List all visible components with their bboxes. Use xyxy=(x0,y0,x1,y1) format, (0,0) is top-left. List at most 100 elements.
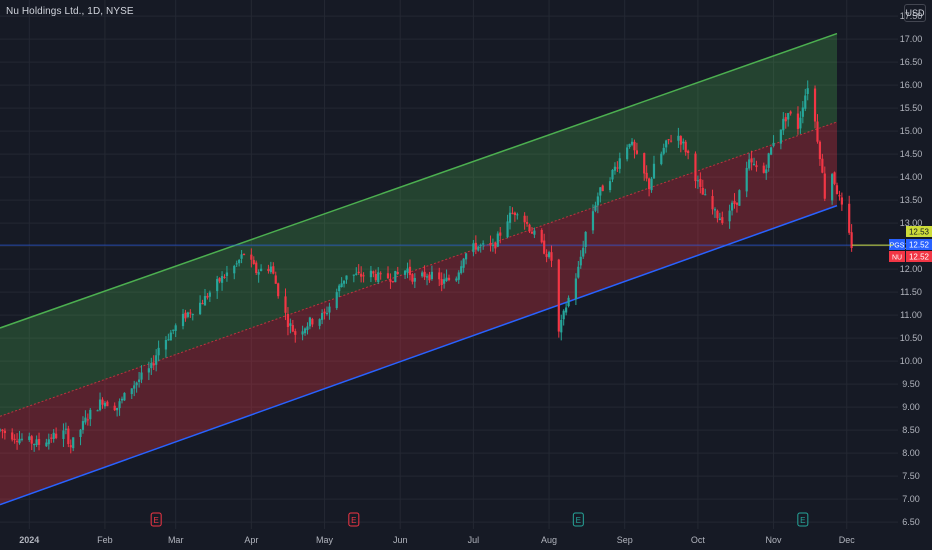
candle-body xyxy=(198,302,202,315)
candle-body xyxy=(438,272,441,280)
candle-body xyxy=(550,252,553,261)
candle-body xyxy=(172,329,175,331)
candle-body xyxy=(770,147,773,155)
candle-body xyxy=(704,194,707,196)
candle-body xyxy=(340,283,343,288)
price-badge-tag: PGS xyxy=(890,243,905,250)
candle-body xyxy=(730,202,734,211)
candle-body xyxy=(274,275,277,284)
price-badge-value: 12.53 xyxy=(909,228,930,237)
candle-body xyxy=(701,187,704,195)
candle-body xyxy=(321,313,324,320)
candle-body xyxy=(286,314,290,328)
candle-body xyxy=(238,259,241,264)
candle-body xyxy=(565,307,568,313)
candle-body xyxy=(540,229,543,243)
candle-body xyxy=(335,292,338,309)
candle-body xyxy=(135,382,138,386)
price-chart[interactable]: 6.50 7.00 7.50 8.00 8.50 9.00 9.50 10.00 10.50 11… xyxy=(0,0,932,550)
candle-body xyxy=(582,247,585,257)
candle-body xyxy=(352,274,355,276)
candle-body xyxy=(379,273,382,275)
y-tick-label: 15.00 xyxy=(900,126,923,136)
x-tick-label: Dec xyxy=(839,535,856,545)
candle-body xyxy=(355,273,358,275)
candle-body xyxy=(150,363,153,369)
candle-body xyxy=(396,271,399,274)
y-tick-label: 7.00 xyxy=(902,494,920,504)
earnings-marker: E xyxy=(348,512,360,527)
currency-button[interactable]: USD xyxy=(904,4,926,22)
candle-body xyxy=(464,253,468,260)
candle-body xyxy=(208,292,211,297)
candle-body xyxy=(291,325,294,332)
candle-body xyxy=(272,266,275,274)
y-tick-label: 10.50 xyxy=(900,333,923,343)
candle-body xyxy=(665,140,668,148)
candle-body xyxy=(767,153,770,168)
y-tick-label: 12.00 xyxy=(900,264,923,274)
x-tick-label: May xyxy=(316,535,334,545)
candle-body xyxy=(562,310,565,320)
candle-body xyxy=(762,165,765,173)
candle-body xyxy=(255,262,258,273)
candle-body xyxy=(525,222,529,224)
candle-body xyxy=(477,246,480,251)
candle-body xyxy=(130,388,133,395)
candle-body xyxy=(455,278,458,281)
price-badge-value: 12.52 xyxy=(909,241,930,250)
candle-body xyxy=(557,259,560,332)
candle-body xyxy=(423,271,426,278)
candle-body xyxy=(69,445,72,448)
candle-body xyxy=(806,88,809,94)
candle-body xyxy=(633,141,636,151)
y-tick-label: 6.50 xyxy=(902,517,920,527)
candle-body xyxy=(660,153,663,165)
candle-body xyxy=(682,141,685,144)
x-tick-label: Sep xyxy=(617,535,633,545)
candle-body xyxy=(447,277,451,281)
candle-body xyxy=(360,273,363,277)
candle-body xyxy=(220,276,224,283)
candle-body xyxy=(635,150,638,154)
candle-body xyxy=(840,197,843,205)
candle-body xyxy=(84,417,87,423)
candle-body xyxy=(20,438,24,440)
candle-body xyxy=(804,95,807,109)
candle-body xyxy=(735,202,739,205)
candle-body xyxy=(508,212,512,223)
y-tick-label: 14.50 xyxy=(900,149,923,159)
candle-body xyxy=(479,245,482,247)
candle-body xyxy=(650,178,653,191)
candle-body xyxy=(242,253,246,255)
candle-body xyxy=(594,205,597,211)
candle-body xyxy=(33,444,36,446)
price-badge-tag: NU xyxy=(892,255,902,262)
candle-body xyxy=(728,210,731,222)
earnings-label: E xyxy=(351,516,356,525)
candle-body xyxy=(748,159,751,169)
candle-body xyxy=(50,437,53,439)
candle-body xyxy=(72,437,75,449)
candle-body xyxy=(713,209,717,211)
candle-body xyxy=(489,243,492,246)
candle-body xyxy=(567,297,570,307)
candle-body xyxy=(152,363,155,366)
candle-body xyxy=(120,398,124,401)
candle-body xyxy=(116,407,119,411)
candle-body xyxy=(369,270,373,278)
candle-body xyxy=(647,178,651,190)
price-badge: 12.53 xyxy=(906,226,932,237)
candle-body xyxy=(474,242,477,250)
candle-body xyxy=(494,242,497,249)
candle-body xyxy=(545,254,548,257)
candle-body xyxy=(831,174,834,201)
candle-body xyxy=(64,428,67,430)
candle-body xyxy=(52,432,55,439)
candle-body xyxy=(813,88,817,122)
candle-body xyxy=(684,141,687,153)
candle-body xyxy=(30,436,33,444)
candle-body xyxy=(13,438,16,440)
candle-body xyxy=(643,153,646,174)
candle-body xyxy=(250,254,253,260)
